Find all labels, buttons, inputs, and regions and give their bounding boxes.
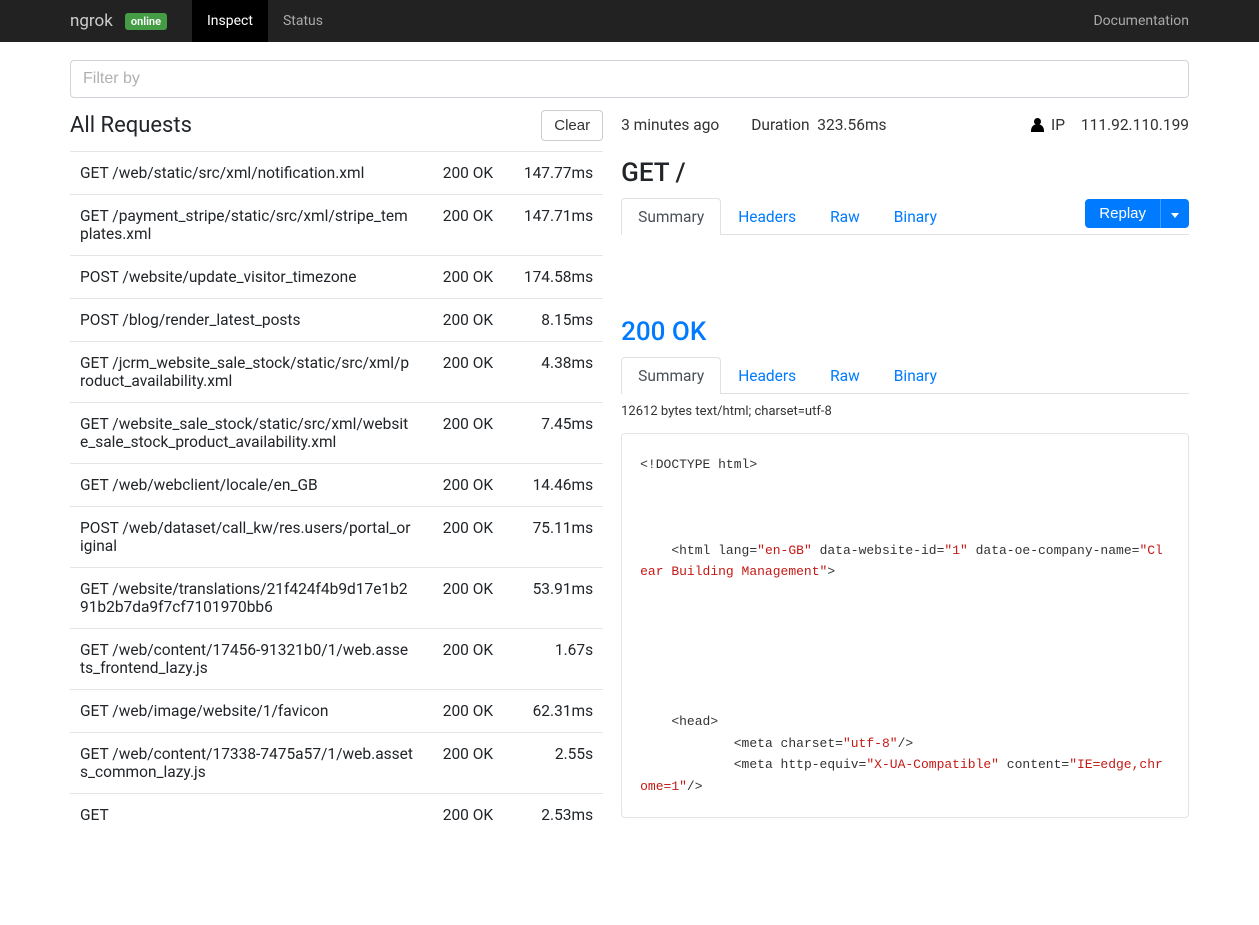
request-duration: 147.71ms [493, 207, 593, 243]
request-duration: 2.53ms [493, 806, 593, 824]
replay-dropdown-button[interactable] [1160, 199, 1189, 228]
request-path: GET /web/content/17338-7475a57/1/web.ass… [80, 745, 423, 781]
request-status: 200 OK [423, 164, 493, 182]
req-tab-binary[interactable]: Binary [877, 198, 954, 235]
request-status: 200 OK [423, 415, 493, 451]
request-duration: 2.55s [493, 745, 593, 781]
tab-status[interactable]: Status [268, 0, 338, 42]
requests-title: All Requests [70, 113, 192, 138]
request-path: GET /web/webclient/locale/en_GB [80, 476, 423, 494]
resp-tab-binary[interactable]: Binary [877, 357, 954, 394]
detail-timestamp: 3 minutes ago [621, 116, 719, 134]
nav-tabs: Inspect Status [192, 0, 338, 42]
response-status: 200 OK [621, 317, 1189, 347]
response-meta: 12612 bytes text/html; charset=utf-8 [621, 394, 1189, 433]
filter-input[interactable] [70, 60, 1189, 98]
request-duration: 1.67s [493, 641, 593, 677]
request-duration: 4.38ms [493, 354, 593, 390]
request-status: 200 OK [423, 476, 493, 494]
req-tab-raw[interactable]: Raw [813, 198, 877, 235]
replay-group: Replay [1085, 199, 1189, 228]
request-duration: 147.77ms [493, 164, 593, 182]
tab-inspect[interactable]: Inspect [192, 0, 268, 42]
request-row[interactable]: POST /blog/render_latest_posts200 OK8.15… [70, 298, 603, 341]
request-duration: 14.46ms [493, 476, 593, 494]
request-row[interactable]: GET /website/translations/21f424f4b9d17e… [70, 567, 603, 628]
chevron-down-icon [1171, 213, 1179, 218]
request-path: GET /payment_stripe/static/src/xml/strip… [80, 207, 423, 243]
detail-pane: 3 minutes ago Duration 323.56ms IP 111.9… [607, 106, 1189, 925]
response-body: <!DOCTYPE html> <html lang="en-GB" data-… [621, 433, 1189, 818]
request-row[interactable]: POST /web/dataset/call_kw/res.users/port… [70, 506, 603, 567]
resp-tab-summary[interactable]: Summary [621, 357, 721, 394]
brand-label: ngrok [70, 11, 113, 31]
request-duration: 7.45ms [493, 415, 593, 451]
resp-tab-headers[interactable]: Headers [721, 357, 813, 394]
request-status: 200 OK [423, 806, 493, 824]
request-row[interactable]: GET /web/image/website/1/favicon200 OK62… [70, 689, 603, 732]
requests-list: GET /web/static/src/xml/notification.xml… [70, 151, 603, 836]
request-row[interactable]: GET /jcrm_website_sale_stock/static/src/… [70, 341, 603, 402]
request-status: 200 OK [423, 519, 493, 555]
requests-list-pane: All Requests Clear GET /web/static/src/x… [70, 106, 607, 925]
request-path: GET [80, 806, 423, 824]
request-status: 200 OK [423, 641, 493, 677]
request-path: GET /web/image/website/1/favicon [80, 702, 423, 720]
request-status: 200 OK [423, 354, 493, 390]
request-duration: 53.91ms [493, 580, 593, 616]
status-badge: online [125, 13, 167, 30]
request-duration: 75.11ms [493, 519, 593, 555]
request-path: GET /website_sale_stock/static/src/xml/w… [80, 415, 423, 451]
request-path: GET /web/content/17456-91321b0/1/web.ass… [80, 641, 423, 677]
clear-button[interactable]: Clear [541, 110, 603, 141]
detail-meta: 3 minutes ago Duration 323.56ms IP 111.9… [621, 106, 1189, 152]
detail-ip: IP 111.92.110.199 [1031, 116, 1189, 134]
request-row[interactable]: GET /payment_stripe/static/src/xml/strip… [70, 194, 603, 255]
req-tab-headers[interactable]: Headers [721, 198, 813, 235]
request-row[interactable]: GET /web/webclient/locale/en_GB200 OK14.… [70, 463, 603, 506]
req-tab-summary[interactable]: Summary [621, 198, 721, 235]
request-path: GET /web/static/src/xml/notification.xml [80, 164, 423, 182]
replay-button[interactable]: Replay [1085, 199, 1160, 228]
request-duration: 8.15ms [493, 311, 593, 329]
request-row[interactable]: GET /web/content/17456-91321b0/1/web.ass… [70, 628, 603, 689]
response-tabs: Summary Headers Raw Binary [621, 357, 1189, 394]
request-path: GET /website/translations/21f424f4b9d17e… [80, 580, 423, 616]
user-icon [1031, 118, 1045, 132]
request-status: 200 OK [423, 207, 493, 243]
documentation-link[interactable]: Documentation [1093, 0, 1189, 42]
detail-duration: Duration 323.56ms [751, 116, 886, 134]
navbar: ngrok online Inspect Status Documentatio… [0, 0, 1259, 42]
detail-title: GET / [621, 158, 1189, 188]
request-status: 200 OK [423, 268, 493, 286]
request-tabs: Summary Headers Raw Binary Replay [621, 198, 1189, 235]
request-duration: 62.31ms [493, 702, 593, 720]
request-row[interactable]: GET 200 OK2.53ms [70, 793, 603, 836]
request-path: POST /website/update_visitor_timezone [80, 268, 423, 286]
request-row[interactable]: GET /web/static/src/xml/notification.xml… [70, 151, 603, 194]
request-status: 200 OK [423, 702, 493, 720]
resp-tab-raw[interactable]: Raw [813, 357, 877, 394]
brand: ngrok online [70, 0, 182, 42]
request-status: 200 OK [423, 311, 493, 329]
request-row[interactable]: GET /web/content/17338-7475a57/1/web.ass… [70, 732, 603, 793]
request-row[interactable]: POST /website/update_visitor_timezone200… [70, 255, 603, 298]
request-status: 200 OK [423, 745, 493, 781]
request-row[interactable]: GET /website_sale_stock/static/src/xml/w… [70, 402, 603, 463]
request-duration: 174.58ms [493, 268, 593, 286]
request-path: POST /blog/render_latest_posts [80, 311, 423, 329]
request-status: 200 OK [423, 580, 493, 616]
request-path: POST /web/dataset/call_kw/res.users/port… [80, 519, 423, 555]
request-path: GET /jcrm_website_sale_stock/static/src/… [80, 354, 423, 390]
